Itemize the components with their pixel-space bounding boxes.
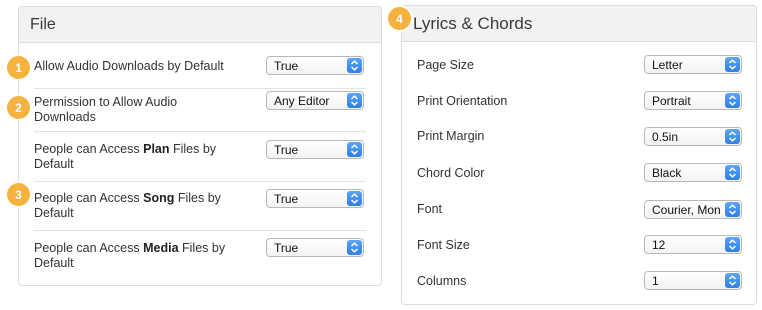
chevron-updown-icon <box>347 142 362 157</box>
print-margin-select[interactable]: 0.5in <box>644 127 742 146</box>
setting-label: Page Size <box>417 57 474 72</box>
song-files-access-select[interactable]: True <box>266 189 364 208</box>
callout-badge-1: 1 <box>7 56 30 79</box>
setting-label: People can Access Song Files by Default <box>34 191 221 220</box>
file-settings-panel: File Allow Audio Downloads by Default Tr… <box>18 6 382 286</box>
setting-label: People can Access Media Files by Default <box>34 241 226 270</box>
setting-label: Columns <box>417 273 467 288</box>
setting-label: Permission to Allow Audio Downloads <box>34 95 178 124</box>
permission-audio-downloads-select[interactable]: Any Editor <box>266 91 364 110</box>
chevron-updown-icon <box>725 273 740 288</box>
media-files-access-select[interactable]: True <box>266 238 364 257</box>
columns-select[interactable]: 1 <box>644 271 742 290</box>
page-size-select[interactable]: Letter <box>644 55 742 74</box>
chevron-updown-icon <box>347 240 362 255</box>
setting-label: Print Orientation <box>417 93 508 108</box>
chevron-updown-icon <box>725 202 740 217</box>
callout-badge-4: 4 <box>388 7 411 30</box>
plan-files-access-select[interactable]: True <box>266 140 364 159</box>
print-orientation-select[interactable]: Portrait <box>644 91 742 110</box>
setting-label: Font Size <box>417 237 470 252</box>
chevron-updown-icon <box>725 93 740 108</box>
chevron-updown-icon <box>725 165 740 180</box>
chevron-updown-icon <box>347 58 362 73</box>
chord-color-select[interactable]: Black <box>644 163 742 182</box>
chevron-updown-icon <box>347 191 362 206</box>
chevron-updown-icon <box>725 129 740 144</box>
callout-badge-2: 2 <box>7 96 30 119</box>
chevron-updown-icon <box>347 93 362 108</box>
file-panel-title: File <box>19 7 381 43</box>
chevron-updown-icon <box>725 57 740 72</box>
setting-label: Chord Color <box>417 165 485 180</box>
setting-label: People can Access Plan Files by Default <box>34 141 217 171</box>
font-size-select[interactable]: 12 <box>644 235 742 254</box>
font-select[interactable]: Courier, Mon <box>644 200 742 219</box>
setting-label: Allow Audio Downloads by Default <box>34 58 224 73</box>
allow-audio-downloads-select[interactable]: True <box>266 56 364 75</box>
lyrics-chords-panel: Lyrics & Chords Page Size Letter Print O… <box>401 5 757 305</box>
setting-label: Font <box>417 201 443 216</box>
callout-badge-3: 3 <box>7 183 30 206</box>
chevron-updown-icon <box>725 237 740 252</box>
setting-label: Print Margin <box>417 128 485 143</box>
lyrics-panel-title: Lyrics & Chords <box>402 6 756 42</box>
